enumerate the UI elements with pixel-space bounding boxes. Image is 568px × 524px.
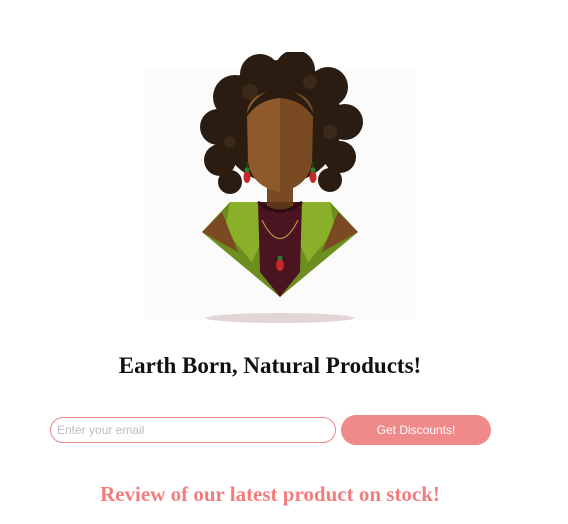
hero-avatar-illustration bbox=[140, 52, 420, 332]
get-discounts-button[interactable]: Get Discounts! bbox=[341, 415, 491, 445]
email-field[interactable] bbox=[50, 417, 336, 443]
review-heading: Review of our latest product on stock! bbox=[100, 482, 440, 506]
page-headline: Earth Born, Natural Products! bbox=[118, 353, 422, 378]
landing-page: Earth Born, Natural Products! Get Discou… bbox=[0, 0, 568, 524]
